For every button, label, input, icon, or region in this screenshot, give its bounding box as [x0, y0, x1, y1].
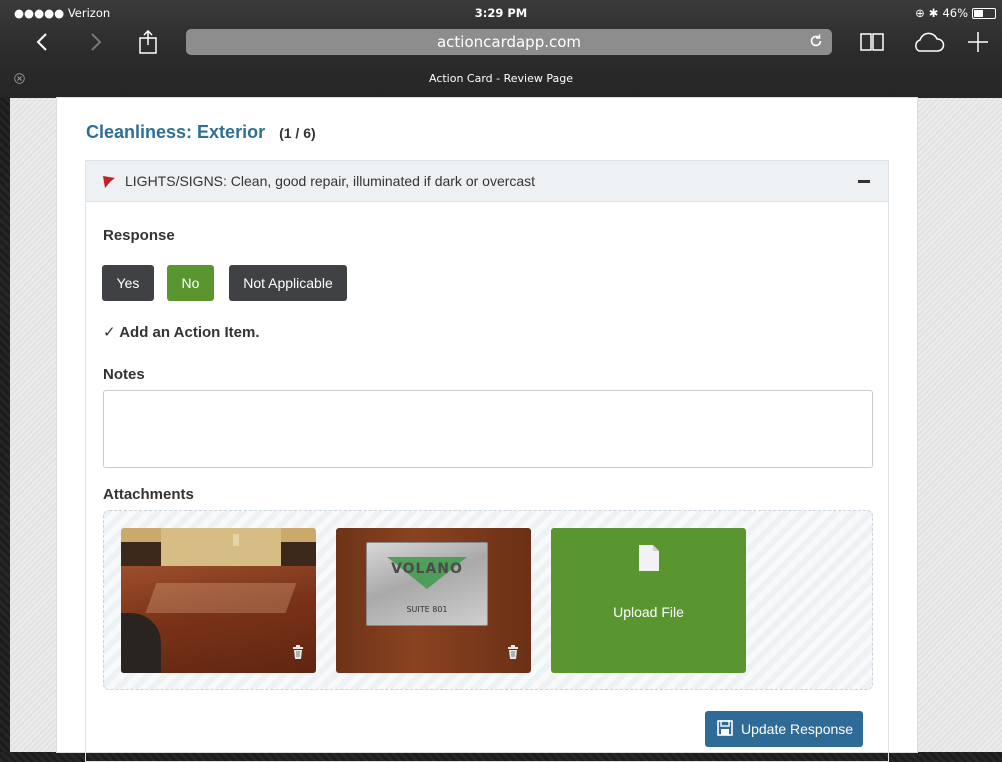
battery-fill — [974, 9, 983, 17]
response-no-button[interactable]: No — [167, 265, 214, 301]
photo-sign-suite: SUITE 801 — [406, 605, 448, 614]
save-icon — [717, 719, 733, 739]
review-page: Cleanliness: Exterior (1 / 6) LIGHTS/SIGN… — [57, 98, 917, 762]
photo-wall — [161, 528, 281, 566]
reload-icon[interactable] — [808, 33, 824, 53]
attachment-photo-1[interactable] — [121, 528, 316, 673]
response-not-applicable-button[interactable]: Not Applicable — [229, 265, 347, 301]
tab-title[interactable]: Action Card - Review Page — [429, 72, 573, 85]
browser-chrome: ●●●●● Verizon 3:29 PM ⊕ ✱ 46% actioncard… — [0, 0, 1002, 98]
delete-attachment-icon[interactable] — [292, 644, 304, 663]
status-bar: ●●●●● Verizon 3:29 PM ⊕ ✱ 46% — [0, 6, 1002, 22]
tab-bar: Action Card - Review Page — [0, 72, 1002, 92]
back-icon[interactable] — [32, 25, 52, 59]
orientation-lock-icon: ⊕ — [915, 6, 925, 20]
new-tab-icon[interactable] — [966, 25, 990, 59]
question-text: LIGHTS/SIGNS: Clean, good repair, illumi… — [125, 173, 536, 189]
update-response-button[interactable]: Update Response — [705, 711, 863, 747]
flag-icon — [102, 175, 116, 192]
notes-field[interactable] — [103, 390, 873, 468]
checkmark-icon: ✓ — [103, 324, 116, 341]
photo-reflection — [145, 583, 297, 613]
add-action-item-link[interactable]: ✓ Add an Action Item. — [103, 323, 259, 341]
add-action-item-label: Add an Action Item. — [119, 324, 260, 341]
status-right: ⊕ ✱ 46% — [915, 6, 996, 20]
address-bar[interactable]: actioncardapp.com — [186, 29, 832, 55]
section-count: (1 / 6) — [279, 125, 316, 141]
section-heading: Cleanliness: Exterior (1 / 6) — [86, 122, 316, 143]
question-panel: LIGHTS/SIGNS: Clean, good repair, illumi… — [85, 160, 889, 762]
photo-sign-plate: VOLANO SUITE 801 — [366, 542, 488, 626]
question-header[interactable]: LIGHTS/SIGNS: Clean, good repair, illumi… — [86, 161, 888, 202]
url-text: actioncardapp.com — [436, 33, 582, 51]
upload-file-label: Upload File — [613, 604, 684, 620]
page-margin-left — [10, 98, 57, 752]
delete-attachment-icon[interactable] — [507, 644, 519, 663]
section-title: Cleanliness: Exterior — [86, 122, 266, 142]
battery-percent: 46% — [942, 6, 968, 20]
photo-door-frame — [233, 534, 239, 546]
response-yes-button[interactable]: Yes — [102, 265, 154, 301]
bluetooth-icon: ✱ — [928, 6, 939, 20]
attachments-label: Attachments — [103, 486, 194, 503]
attachment-photo-2[interactable]: VOLANO SUITE 801 — [336, 528, 531, 673]
update-response-label: Update Response — [741, 721, 854, 737]
page-margin-right — [917, 98, 1002, 752]
forward-icon[interactable] — [86, 25, 106, 59]
photo-sign-brand: VOLANO — [391, 561, 463, 577]
response-label: Response — [103, 227, 175, 244]
attachments-dropzone[interactable]: VOLANO SUITE 801 Upload File — [103, 510, 873, 690]
safari-navbar: actioncardapp.com — [0, 25, 1002, 59]
bookmarks-icon[interactable] — [858, 25, 886, 59]
battery-icon — [972, 7, 996, 19]
notes-label: Notes — [103, 366, 145, 383]
share-icon[interactable] — [136, 25, 160, 59]
file-icon — [638, 544, 660, 576]
collapse-icon[interactable] — [858, 180, 870, 183]
cloud-tabs-icon[interactable] — [910, 25, 946, 59]
upload-file-button[interactable]: Upload File — [551, 528, 746, 673]
close-tab-icon[interactable] — [14, 73, 25, 84]
status-time: 3:29 PM — [474, 6, 528, 20]
